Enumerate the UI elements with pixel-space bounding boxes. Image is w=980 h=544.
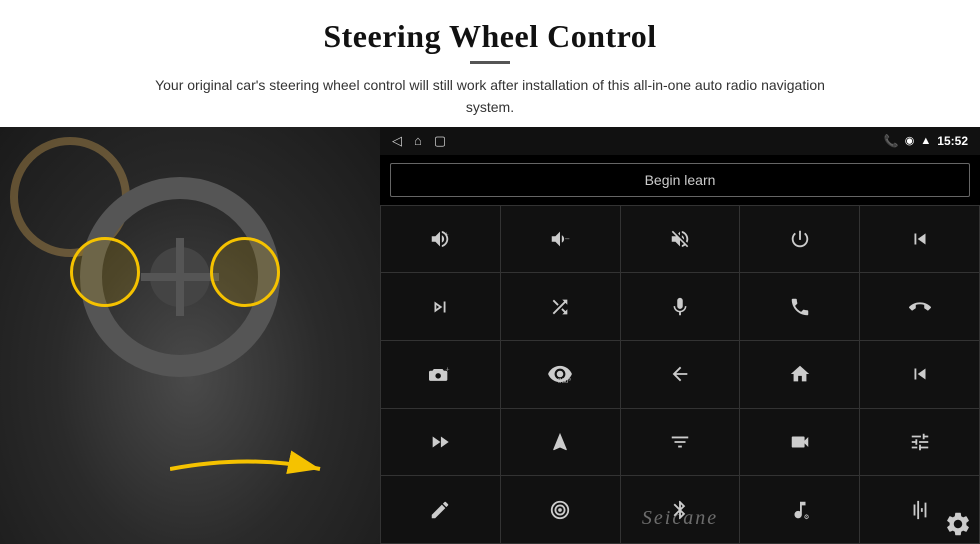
- begin-learn-row: Begin learn: [380, 155, 980, 205]
- yellow-arrow-icon: [170, 444, 330, 494]
- phone-status-icon: 📞: [884, 134, 899, 148]
- ctrl-equalizer[interactable]: [621, 409, 740, 476]
- svg-text:+: +: [446, 365, 450, 374]
- back-arrow-icon: [669, 363, 691, 385]
- fast-fwd-icon: [429, 431, 451, 453]
- page-title: Steering Wheel Control: [60, 18, 920, 55]
- title-divider: [470, 61, 510, 64]
- pen-icon: [429, 499, 451, 521]
- ctrl-power[interactable]: [740, 206, 859, 273]
- hang-up-icon: [909, 296, 931, 318]
- vol-up-icon: +: [429, 228, 451, 250]
- back-nav-icon[interactable]: ◁: [392, 133, 402, 149]
- navigate-icon: [549, 431, 571, 453]
- sliders-icon: [909, 431, 931, 453]
- ctrl-skip-back2[interactable]: [860, 341, 979, 408]
- ctrl-music-note[interactable]: ⚙: [740, 476, 859, 543]
- begin-learn-button[interactable]: Begin learn: [390, 163, 970, 197]
- shuffle-icon: [549, 296, 571, 318]
- android-panel-wrap: ◁ ⌂ ▢ 📞 ◉ ▲ 15:52 Begin learn: [380, 127, 980, 544]
- status-nav-buttons: ◁ ⌂ ▢: [392, 133, 446, 149]
- svg-text:+: +: [445, 229, 449, 238]
- ctrl-camera[interactable]: [740, 409, 859, 476]
- ctrl-360[interactable]: 360°: [501, 341, 620, 408]
- ctrl-home-btn[interactable]: [740, 341, 859, 408]
- gear-icon: [944, 510, 972, 538]
- ctrl-vol-up[interactable]: +: [381, 206, 500, 273]
- status-bar: ◁ ⌂ ▢ 📞 ◉ ▲ 15:52: [380, 127, 980, 155]
- status-time: 15:52: [937, 134, 968, 148]
- settings-gear-button[interactable]: [944, 510, 972, 538]
- steering-wheel-panel: [0, 127, 380, 544]
- mic-icon: [669, 296, 691, 318]
- phone-call-icon: [789, 296, 811, 318]
- svg-text:⚙: ⚙: [803, 514, 809, 521]
- music-note-icon: ⚙: [789, 499, 811, 521]
- subtitle: Your original car's steering wheel contr…: [130, 74, 850, 119]
- ctrl-skip-fwd[interactable]: [381, 273, 500, 340]
- page-container: Steering Wheel Control Your original car…: [0, 0, 980, 544]
- radio-icon: [549, 499, 571, 521]
- header-section: Steering Wheel Control Your original car…: [0, 0, 980, 127]
- highlight-circle-left: [70, 237, 140, 307]
- home-btn-icon: [789, 363, 811, 385]
- ctrl-radio[interactable]: [501, 476, 620, 543]
- ctrl-hang-up[interactable]: [860, 273, 979, 340]
- power-icon: [789, 228, 811, 250]
- ctrl-sliders[interactable]: [860, 409, 979, 476]
- ctrl-prev-phone[interactable]: [860, 206, 979, 273]
- content-section: ◁ ⌂ ▢ 📞 ◉ ▲ 15:52 Begin learn: [0, 127, 980, 544]
- ctrl-pen[interactable]: [381, 476, 500, 543]
- bluetooth-icon: [669, 499, 691, 521]
- ctrl-vol-down[interactable]: −: [501, 206, 620, 273]
- home-nav-icon[interactable]: ⌂: [414, 133, 422, 148]
- skip-back2-icon: [909, 363, 931, 385]
- waveform-icon: [909, 499, 931, 521]
- controls-grid: + −: [380, 205, 980, 544]
- recents-nav-icon[interactable]: ▢: [434, 133, 446, 149]
- ctrl-back-arrow[interactable]: [621, 341, 740, 408]
- ctrl-mute[interactable]: [621, 206, 740, 273]
- spoke-vertical: [176, 238, 184, 316]
- vol-down-icon: −: [549, 228, 571, 250]
- ctrl-car-cam[interactable]: +: [381, 341, 500, 408]
- car-cam-icon: +: [429, 363, 451, 385]
- gps-status-icon: ◉: [905, 134, 915, 147]
- ctrl-navigate[interactable]: [501, 409, 620, 476]
- ctrl-shuffle[interactable]: [501, 273, 620, 340]
- ctrl-fast-fwd[interactable]: [381, 409, 500, 476]
- skip-fwd-icon: [429, 296, 451, 318]
- ctrl-phone-call[interactable]: [740, 273, 859, 340]
- ctrl-mic[interactable]: [621, 273, 740, 340]
- highlight-circle-right: [210, 237, 280, 307]
- camera-icon: [789, 431, 811, 453]
- svg-text:−: −: [565, 234, 570, 244]
- prev-phone-icon: [909, 228, 931, 250]
- status-indicators: 📞 ◉ ▲ 15:52: [884, 134, 968, 148]
- wifi-status-icon: ▲: [920, 135, 931, 147]
- mute-icon: [669, 228, 691, 250]
- ctrl-bluetooth[interactable]: [621, 476, 740, 543]
- equalizer-icon: [669, 431, 691, 453]
